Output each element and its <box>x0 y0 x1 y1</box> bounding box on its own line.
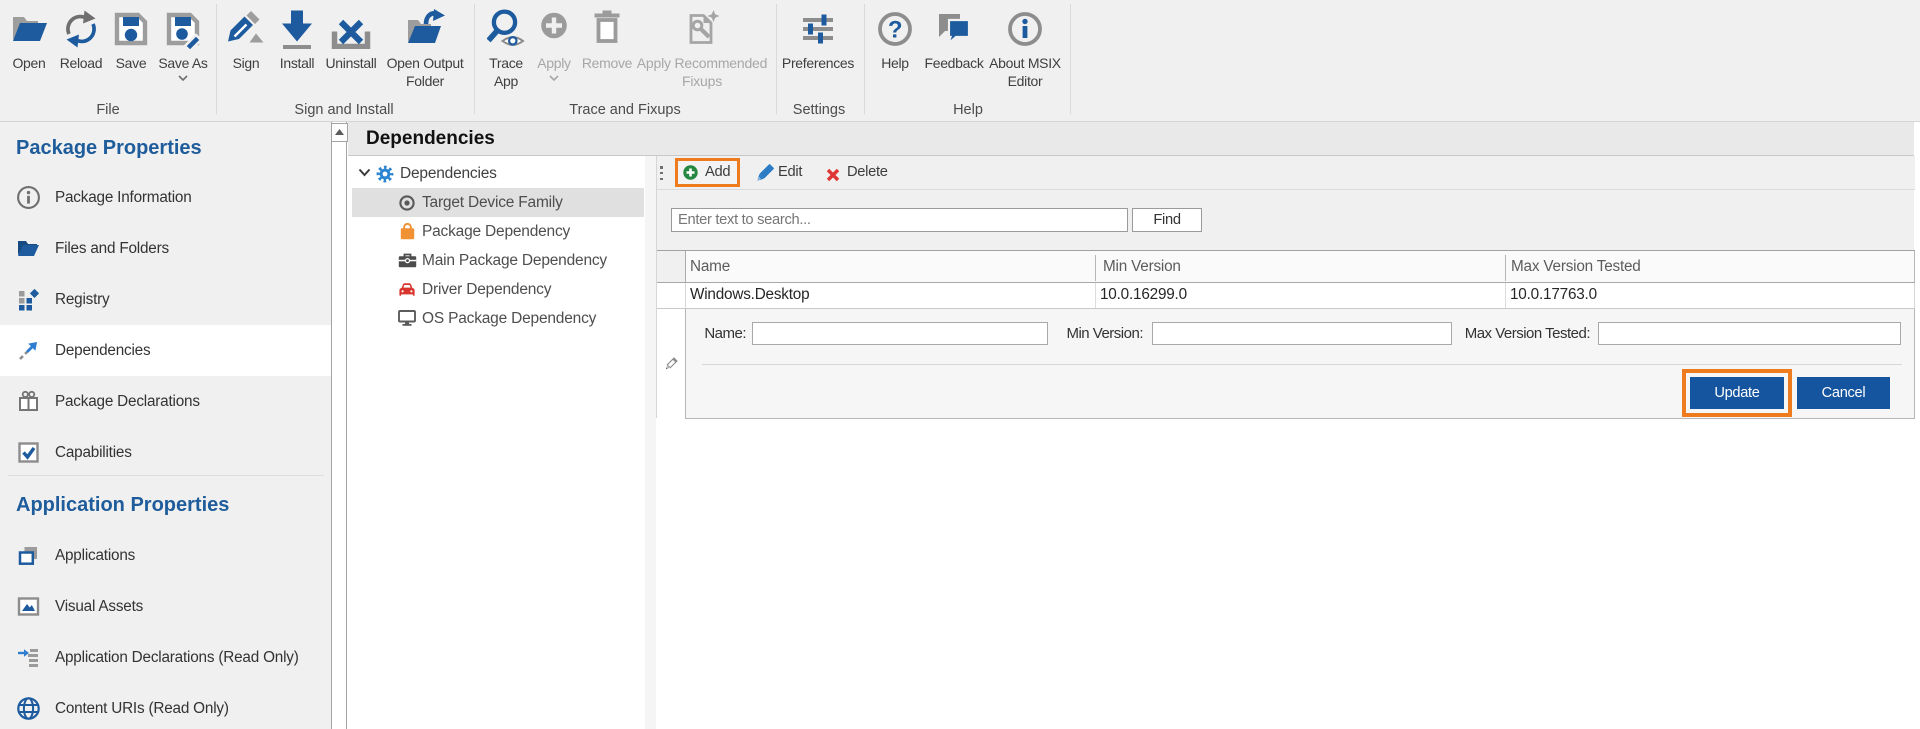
svg-text:?: ? <box>888 16 902 43</box>
